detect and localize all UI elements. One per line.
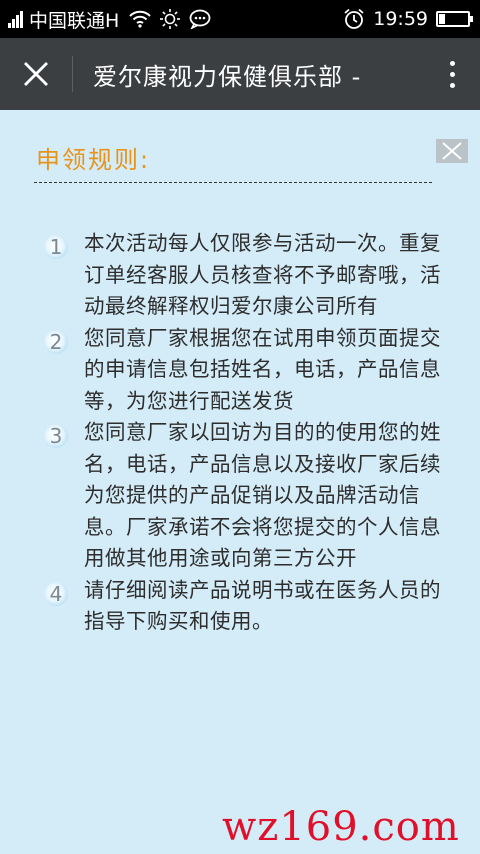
toolbar-divider <box>72 56 73 92</box>
more-options-button[interactable] <box>424 38 480 110</box>
chat-icon <box>189 9 211 29</box>
wifi-icon <box>129 10 152 28</box>
title-divider <box>34 182 432 183</box>
more-vertical-icon <box>449 60 455 66</box>
rule-text: 您同意厂家以回访为目的的使用您的姓名，电话，产品信息以及接收厂家后续为您提供的产… <box>84 420 441 570</box>
rule-text: 请仔细阅读产品说明书或在医务人员的指导下购买和使用。 <box>84 577 441 634</box>
rules-list: 1 本次活动每人仅限参与活动一次。重复订单经客服人员核查将不予邮寄哦，活动最终解… <box>0 228 480 638</box>
panel-close-button[interactable] <box>436 139 468 163</box>
close-icon <box>442 142 462 160</box>
rule-text: 您同意厂家根据您在试用申领页面提交的申请信息包括姓名，电话，产品信息等，为您进行… <box>84 325 441 413</box>
rule-number-badge: 4 <box>40 578 72 610</box>
signal-icon <box>8 10 23 28</box>
battery-icon <box>436 11 473 27</box>
alarm-icon <box>343 8 365 30</box>
rule-number-badge: 2 <box>40 326 72 358</box>
close-icon <box>24 62 48 86</box>
list-item: 2 您同意厂家根据您在试用申领页面提交的申请信息包括姓名，电话，产品信息等，为您… <box>0 323 480 418</box>
list-item: 4 请仔细阅读产品说明书或在医务人员的指导下购买和使用。 <box>0 575 480 638</box>
page-title: 爱尔康视力保健俱乐部 - <box>93 62 362 91</box>
panel-title: 申领规则: <box>36 146 151 174</box>
rule-number-badge: 1 <box>40 231 72 263</box>
list-item: 1 本次活动每人仅限参与活动一次。重复订单经客服人员核查将不予邮寄哦，活动最终解… <box>0 228 480 323</box>
carrier-label: 中国联通H <box>29 9 120 32</box>
close-button[interactable] <box>0 38 72 110</box>
rule-number-badge: 3 <box>40 420 72 452</box>
app-bar: 爱尔康视力保健俱乐部 - <box>0 38 480 110</box>
rules-panel: 申领规则: 1 本次活动每人仅限参与活动一次。重复订单经客服人员核查将不予邮寄哦… <box>0 110 480 854</box>
clock-time: 19:59 <box>373 8 428 30</box>
watermark: wz169.com <box>222 804 460 850</box>
rule-text: 本次活动每人仅限参与活动一次。重复订单经客服人员核查将不予邮寄哦，活动最终解释权… <box>84 231 441 318</box>
status-bar: 中国联通H 19:59 <box>0 0 480 38</box>
brightness-icon <box>159 8 181 30</box>
list-item: 3 您同意厂家以回访为目的的使用您的姓名，电话，产品信息以及接收厂家后续为您提供… <box>0 417 480 575</box>
